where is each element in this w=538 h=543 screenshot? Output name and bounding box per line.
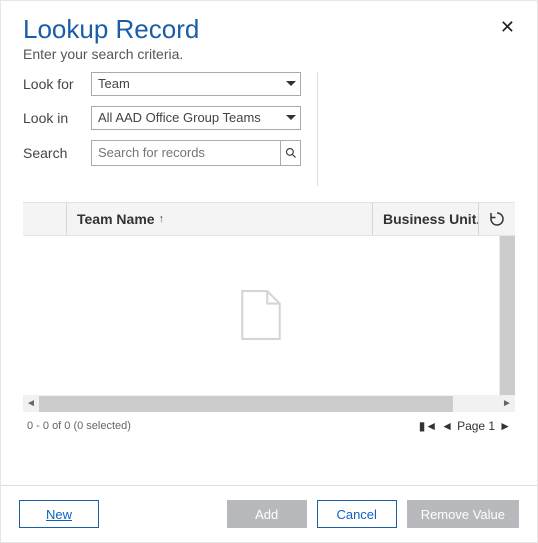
vertical-scrollbar[interactable] (499, 236, 515, 395)
cancel-button[interactable]: Cancel (317, 500, 397, 528)
refresh-icon (488, 210, 506, 228)
chevron-down-icon (286, 115, 296, 120)
column-business-unit[interactable]: Business Unit... (373, 203, 479, 235)
look-in-select[interactable]: All AAD Office Group Teams (91, 106, 301, 130)
column-business-unit-label: Business Unit... (383, 211, 479, 227)
scroll-left-icon[interactable]: ◄ (23, 396, 39, 412)
dialog-subtitle: Enter your search criteria. (23, 46, 515, 62)
look-for-value: Team (98, 76, 130, 91)
search-label: Search (23, 145, 83, 161)
scroll-right-icon[interactable]: ► (499, 396, 515, 412)
sort-ascending-icon: ↑ (159, 213, 165, 225)
pager-page-label: Page 1 (457, 419, 495, 433)
search-button[interactable] (280, 140, 301, 166)
empty-document-icon (240, 289, 282, 341)
column-team-name[interactable]: Team Name ↑ (67, 203, 373, 235)
add-button[interactable]: Add (227, 500, 307, 528)
search-icon (285, 147, 297, 159)
results-grid: Team Name ↑ Business Unit... (23, 202, 515, 440)
grid-empty-state (23, 236, 499, 395)
horizontal-scrollbar[interactable]: ◄ ► (23, 396, 515, 412)
search-input[interactable] (91, 140, 280, 166)
criteria-panel: Look for Team Look in All AAD Office Gro… (23, 72, 318, 186)
look-for-label: Look for (23, 76, 83, 92)
dialog-footer: New Add Cancel Remove Value (1, 485, 537, 542)
chevron-down-icon (286, 81, 296, 86)
pager-prev-icon[interactable]: ◄ (441, 420, 453, 432)
column-checkbox-spacer (23, 203, 67, 235)
remove-value-button[interactable]: Remove Value (407, 500, 519, 528)
close-icon[interactable]: ✕ (500, 17, 515, 38)
look-in-value: All AAD Office Group Teams (98, 110, 261, 125)
pager-status: 0 - 0 of 0 (0 selected) (27, 420, 131, 432)
new-button[interactable]: New (19, 500, 99, 528)
pager-first-icon[interactable]: ▮◄ (419, 420, 437, 432)
dialog-title: Lookup Record (23, 15, 199, 44)
pager-next-icon[interactable]: ► (499, 420, 511, 432)
refresh-button[interactable] (479, 203, 515, 235)
column-team-name-label: Team Name (77, 211, 155, 227)
look-for-select[interactable]: Team (91, 72, 301, 96)
look-in-label: Look in (23, 110, 83, 126)
